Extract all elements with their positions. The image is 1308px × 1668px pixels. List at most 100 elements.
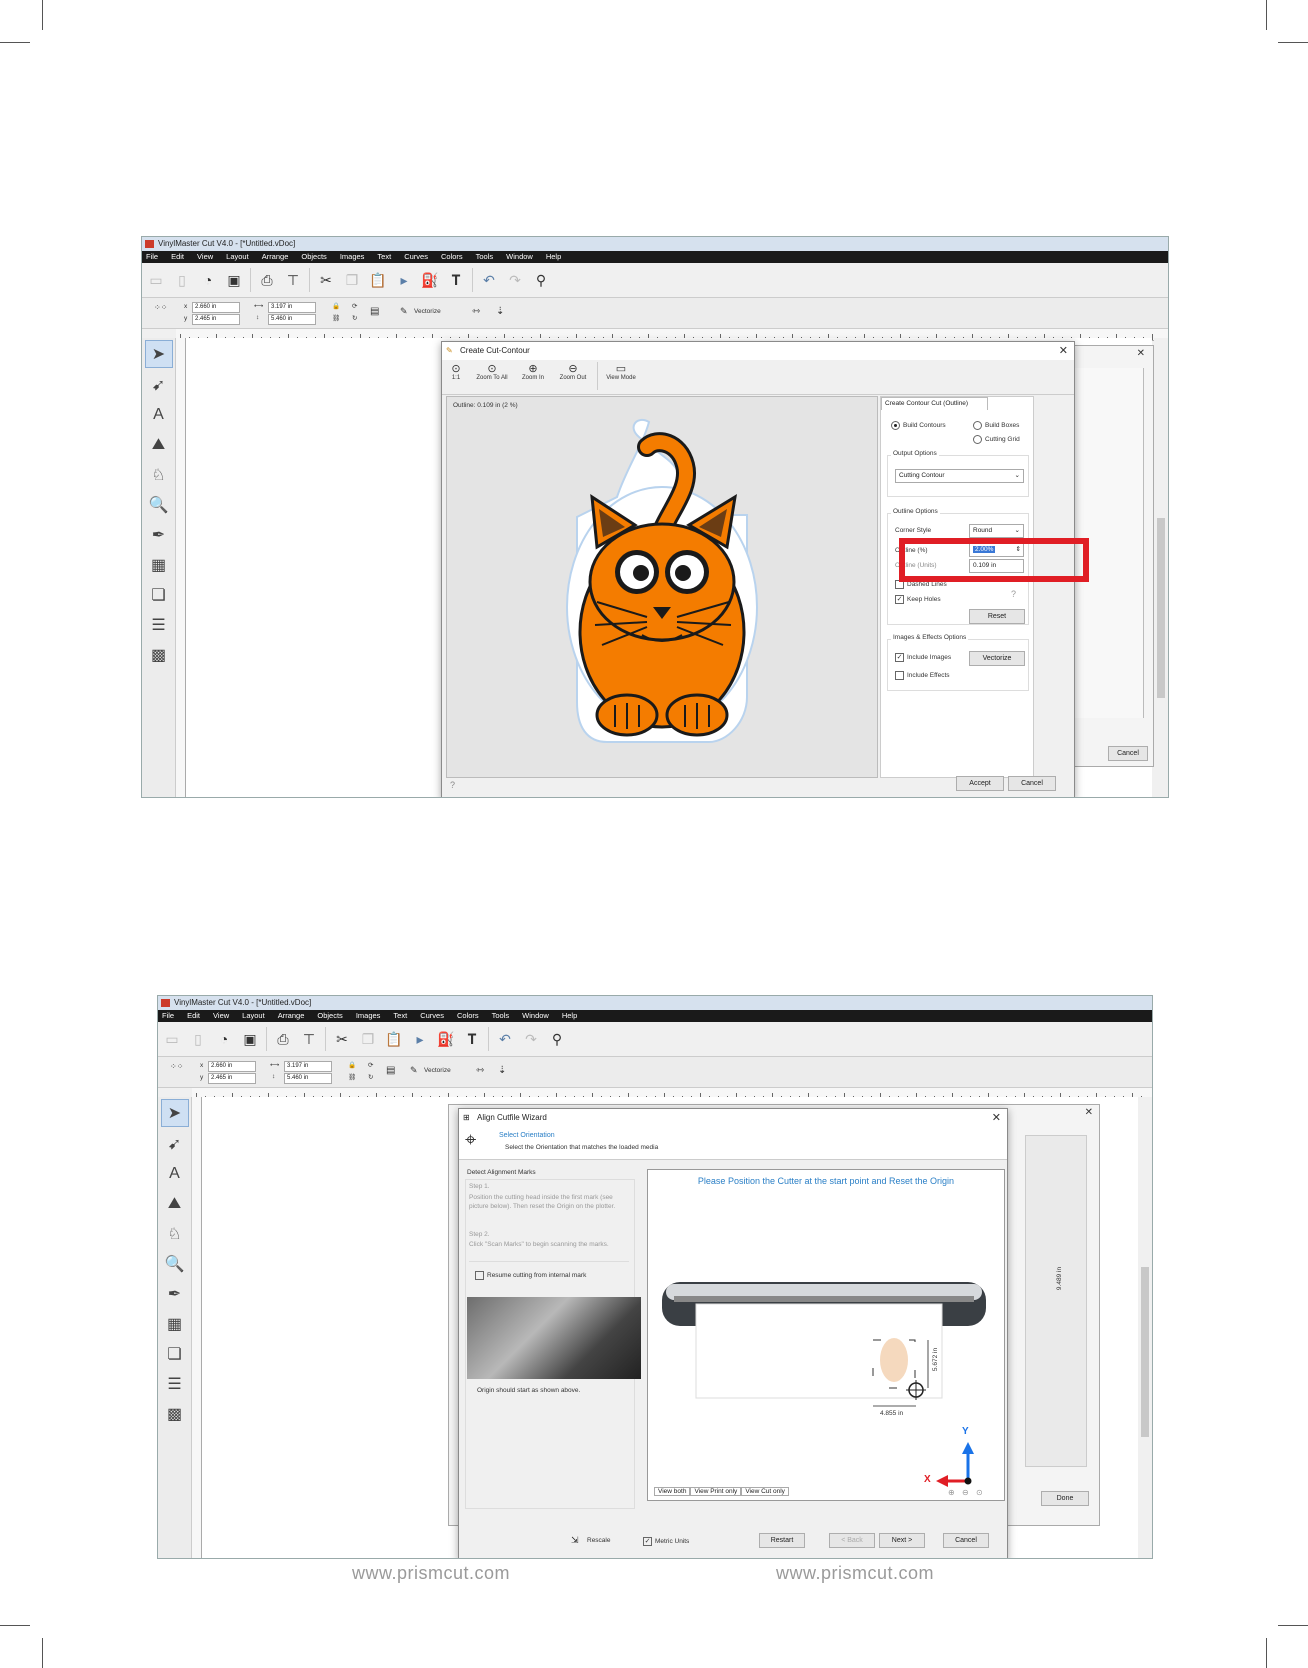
text-icon[interactable]: A — [146, 402, 172, 428]
camera-icon[interactable]: ▤ — [386, 1065, 395, 1076]
weed-icon[interactable]: ▦ — [162, 1311, 188, 1337]
lock-icon[interactable]: 🔒 — [348, 1061, 356, 1069]
tab-view-print-only[interactable]: View Print only — [690, 1487, 742, 1496]
weld-icon[interactable]: ⚲ — [547, 1029, 567, 1049]
zoom-out-button[interactable]: ⊖ Zoom Out — [556, 362, 590, 381]
zoom-icon[interactable]: 🔍 — [162, 1251, 188, 1277]
layers-icon[interactable]: ❏ — [162, 1341, 188, 1367]
copy-icon[interactable]: ❐ — [358, 1029, 378, 1049]
menu-layout[interactable]: Layout — [226, 252, 249, 261]
next-button[interactable]: Next > — [879, 1533, 925, 1548]
zoom-1to1-button[interactable]: ⊙ 1:1 — [446, 362, 466, 381]
weld-icon[interactable]: ⚲ — [531, 270, 551, 290]
zoom-fit-icon[interactable]: ⊙ — [976, 1488, 983, 1497]
output-options-select[interactable]: Cutting Contour ⌄ — [895, 469, 1024, 483]
menu-text[interactable]: Text — [393, 1011, 407, 1020]
include-images-checkbox[interactable]: ✓ Include Images — [895, 653, 951, 662]
cancel-button[interactable]: Cancel — [1008, 776, 1056, 791]
vectorize-icon[interactable]: ✎ — [410, 1065, 418, 1076]
width-field[interactable]: 3.197 in — [284, 1061, 332, 1072]
zoom-in-button[interactable]: ⊕ Zoom In — [518, 362, 548, 381]
anchor-grid-icon[interactable]: ⁘⁘ — [170, 1062, 183, 1071]
open-icon[interactable]: ▯ — [188, 1029, 208, 1049]
align-tool-icon[interactable]: ☰ — [146, 612, 172, 638]
cutter-icon[interactable]: ⊤ — [299, 1029, 319, 1049]
menu-view[interactable]: View — [213, 1011, 229, 1020]
metric-units-checkbox[interactable]: ✓ Metric Units — [643, 1537, 689, 1546]
paint-bucket-icon[interactable]: ⛽ — [436, 1029, 456, 1049]
reset-button[interactable]: Reset — [969, 609, 1025, 624]
menu-curves[interactable]: Curves — [420, 1011, 444, 1020]
paint-bucket-icon[interactable]: ⛽ — [420, 270, 440, 290]
menu-window[interactable]: Window — [506, 252, 533, 261]
vectorize-label[interactable]: Vectorize — [414, 308, 441, 315]
menu-edit[interactable]: Edit — [171, 252, 184, 261]
paste-icon[interactable]: 📋 — [384, 1029, 404, 1049]
text-tool-icon[interactable]: 𝐓 — [446, 270, 466, 290]
play-icon[interactable]: ▸ — [394, 270, 414, 290]
menu-arrange[interactable]: Arrange — [278, 1011, 305, 1020]
corner-style-select[interactable]: Round ⌄ — [969, 524, 1024, 538]
menu-file[interactable]: File — [162, 1011, 174, 1020]
undo-icon[interactable]: ↶ — [479, 270, 499, 290]
link-icon[interactable]: ⛓ — [332, 314, 340, 322]
menu-curves[interactable]: Curves — [404, 252, 428, 261]
refresh-icon[interactable]: ↻ — [352, 314, 357, 322]
zoom-out-icon[interactable]: ⊖ — [962, 1488, 969, 1497]
help-icon[interactable]: ? — [1011, 589, 1016, 599]
menu-tools[interactable]: Tools — [476, 252, 494, 261]
new-icon[interactable]: ▭ — [146, 270, 166, 290]
layers-icon[interactable]: ❏ — [146, 582, 172, 608]
pen-icon[interactable]: ✒ — [146, 522, 172, 548]
shape-icon[interactable]: ⛰ — [162, 1191, 188, 1217]
film-icon[interactable]: ▩ — [146, 642, 172, 668]
tab-view-both[interactable]: View both — [654, 1487, 691, 1496]
lock-icon[interactable]: 🔒 — [332, 302, 340, 310]
vertical-scrollbar[interactable] — [1138, 1097, 1152, 1558]
zoom-icon[interactable]: 🔍 — [146, 492, 172, 518]
width-field[interactable]: 3.197 in — [268, 302, 316, 313]
y-field[interactable]: 2.465 in — [192, 314, 240, 325]
cutting-grid-radio[interactable]: Cutting Grid — [973, 435, 1020, 444]
zoom-to-all-button[interactable]: ⊙ Zoom To All — [472, 362, 512, 381]
text-icon[interactable]: A — [162, 1161, 188, 1187]
print-icon[interactable]: ⎙ — [273, 1029, 293, 1049]
clock-icon[interactable]: ◔ — [198, 270, 218, 290]
footer-url-right[interactable]: www.prismcut.com — [776, 1563, 934, 1584]
text-tool-icon[interactable]: 𝐓 — [462, 1029, 482, 1049]
height-field[interactable]: 5.460 in — [268, 314, 316, 325]
keep-holes-checkbox[interactable]: ✓ Keep Holes — [895, 595, 941, 604]
menu-view[interactable]: View — [197, 252, 213, 261]
node-tool-icon[interactable]: ➹ — [146, 372, 172, 398]
contour-preview[interactable]: Outline: 0.109 in (2 %) — [446, 396, 878, 778]
pen-icon[interactable]: ✒ — [162, 1281, 188, 1307]
shape-icon[interactable]: ⛰ — [146, 432, 172, 458]
cancel-button[interactable]: Cancel — [943, 1533, 989, 1548]
clock-icon[interactable]: ◔ — [214, 1029, 234, 1049]
node-tool-icon[interactable]: ➹ — [162, 1131, 188, 1157]
zoom-in-icon[interactable]: ⊕ — [948, 1488, 955, 1497]
cut-icon[interactable]: ✂ — [332, 1029, 352, 1049]
cutter-icon[interactable]: ⊤ — [283, 270, 303, 290]
menu-help[interactable]: Help — [562, 1011, 577, 1020]
menu-window[interactable]: Window — [522, 1011, 549, 1020]
footer-url-left[interactable]: www.prismcut.com — [352, 1563, 510, 1584]
done-button[interactable]: Done — [1041, 1491, 1089, 1506]
redo-icon[interactable]: ↷ — [505, 270, 525, 290]
select-tool-icon[interactable]: ➤ — [144, 340, 173, 368]
weed-icon[interactable]: ▦ — [146, 552, 172, 578]
save-icon[interactable]: ▣ — [240, 1029, 260, 1049]
menu-objects[interactable]: Objects — [301, 252, 326, 261]
back-button[interactable]: < Back — [829, 1533, 875, 1548]
vectorize-label[interactable]: Vectorize — [424, 1067, 451, 1074]
options-tab[interactable]: Create Contour Cut (Outline) — [881, 397, 988, 410]
film-icon[interactable]: ▩ — [162, 1401, 188, 1427]
rescale-label[interactable]: Rescale — [587, 1537, 610, 1544]
print-icon[interactable]: ⎙ — [257, 270, 277, 290]
close-icon[interactable]: ✕ — [1059, 342, 1068, 360]
menu-arrange[interactable]: Arrange — [262, 252, 289, 261]
vectorize-icon[interactable]: ✎ — [400, 306, 408, 317]
menu-help[interactable]: Help — [546, 252, 561, 261]
align-icon[interactable]: ⇣ — [498, 1065, 506, 1076]
vectorize-button[interactable]: Vectorize — [969, 651, 1025, 666]
